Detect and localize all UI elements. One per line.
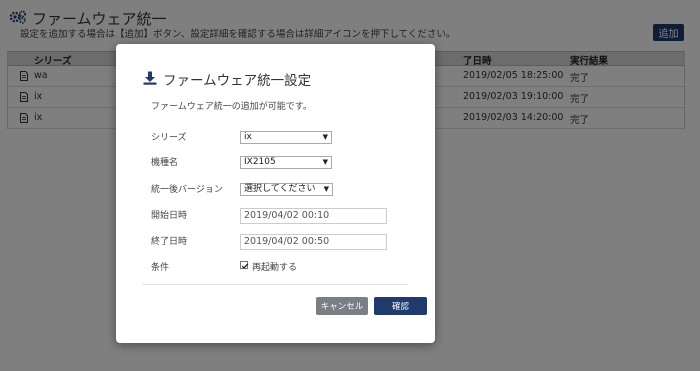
series-label: シリーズ <box>151 133 187 143</box>
end-datetime-label: 終了日時 <box>151 237 188 247</box>
series-select[interactable]: ix ▼ <box>240 131 332 144</box>
version-select-value: 選択してください <box>244 184 316 194</box>
start-datetime-label: 開始日時 <box>151 211 188 221</box>
dialog-description: ファームウェア統一の追加が可能です。 <box>151 102 312 112</box>
version-label: 統一後バージョン <box>151 185 223 195</box>
model-select-value: IX2105 <box>244 157 276 167</box>
dropdown-arrow-icon: ▼ <box>322 133 328 141</box>
start-datetime-input[interactable]: 2019/04/02 00:10 <box>240 208 387 224</box>
model-select[interactable]: IX2105 ▼ <box>240 156 332 169</box>
condition-label: 条件 <box>151 263 170 273</box>
dialog-divider <box>142 284 408 285</box>
dropdown-arrow-icon: ▼ <box>322 158 328 166</box>
series-select-value: ix <box>244 132 252 142</box>
checkmark-icon <box>241 263 249 269</box>
reboot-checkbox[interactable] <box>240 261 249 269</box>
cancel-button[interactable]: キャンセル <box>316 297 368 315</box>
end-datetime-input[interactable]: 2019/04/02 00:50 <box>240 234 387 250</box>
model-label: 機種名 <box>151 158 179 168</box>
version-select[interactable]: 選択してください ▼ <box>240 183 333 196</box>
firmware-unify-settings-dialog: ファームウェア統一設定 ファームウェア統一の追加が可能です。 シリーズ ix ▼… <box>116 44 435 343</box>
confirm-button[interactable]: 確認 <box>374 297 427 315</box>
dropdown-arrow-icon: ▼ <box>323 185 329 193</box>
dialog-title: ファームウェア統一設定 <box>163 73 312 89</box>
reboot-checkbox-label[interactable]: 再起動する <box>252 260 297 273</box>
download-icon <box>143 71 157 85</box>
